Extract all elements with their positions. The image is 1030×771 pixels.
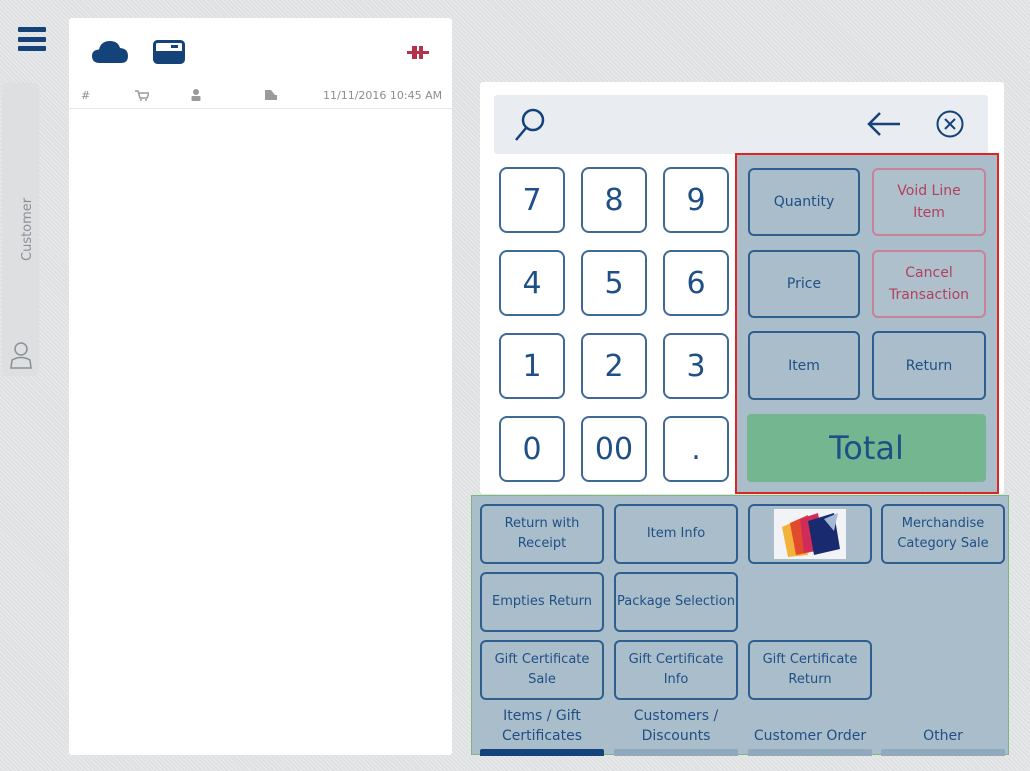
merchandise-category-sale-button[interactable]: Merchandise Category Sale	[881, 504, 1005, 564]
tab-label: Customers / Discounts	[633, 708, 719, 744]
tab-indicator	[748, 749, 872, 756]
key-decimal[interactable]: .	[663, 416, 729, 482]
action-button-grid: Return with Receipt Item Info Merchandis…	[471, 495, 1009, 756]
tab-customers-discounts[interactable]: Customers / Discounts	[614, 708, 738, 756]
gift-certificate-sale-button[interactable]: Gift Certificate Sale	[480, 640, 604, 700]
cloud-icon[interactable]	[91, 40, 129, 68]
key-4[interactable]: 4	[499, 250, 565, 316]
back-arrow-icon[interactable]	[866, 111, 902, 141]
transaction-datetime: 11/11/2016 10:45 AM	[323, 89, 443, 102]
menu-icon[interactable]	[18, 27, 46, 51]
gift-certificate-return-button[interactable]: Gift Certificate Return	[748, 640, 872, 700]
tab-other[interactable]: Other	[881, 710, 1005, 756]
receipt-icon	[264, 89, 278, 104]
column-number: #	[81, 89, 91, 102]
key-1[interactable]: 1	[499, 333, 565, 399]
key-00[interactable]: 00	[581, 416, 647, 482]
quantity-button[interactable]: Quantity	[748, 168, 860, 236]
clear-icon[interactable]	[935, 109, 965, 143]
gift-certificate-info-button[interactable]: Gift Certificate Info	[614, 640, 738, 700]
key-5[interactable]: 5	[581, 250, 647, 316]
plug-disconnected-icon[interactable]	[407, 44, 429, 64]
tab-items-gift-certificates[interactable]: Items / Gift Certificates	[480, 708, 604, 756]
key-0[interactable]: 0	[499, 416, 565, 482]
total-button[interactable]: Total	[747, 414, 986, 482]
search-bar[interactable]	[494, 95, 988, 154]
customer-tab-label: Customer	[20, 197, 35, 261]
status-toolbar	[69, 18, 452, 80]
user-icon	[9, 341, 33, 373]
item-info-button[interactable]: Item Info	[614, 504, 738, 564]
package-selection-button[interactable]: Package Selection	[614, 572, 738, 632]
empties-return-button[interactable]: Empties Return	[480, 572, 604, 632]
person-icon	[191, 89, 201, 104]
key-7[interactable]: 7	[499, 167, 565, 233]
cancel-transaction-button[interactable]: Cancel Transaction	[872, 250, 986, 318]
colored-bags-image	[774, 509, 846, 559]
transaction-panel: # 11/11/2016 10:45 AM	[69, 18, 452, 755]
key-2[interactable]: 2	[581, 333, 647, 399]
key-9[interactable]: 9	[663, 167, 729, 233]
card-reader-icon[interactable]	[153, 40, 185, 68]
key-6[interactable]: 6	[663, 250, 729, 316]
tab-indicator	[881, 749, 1005, 756]
price-button[interactable]: Price	[748, 250, 860, 318]
category-image-button[interactable]	[748, 504, 872, 564]
return-button[interactable]: Return	[872, 331, 986, 400]
search-icon[interactable]	[514, 108, 546, 146]
key-3[interactable]: 3	[663, 333, 729, 399]
customer-tab[interactable]: Customer	[2, 83, 39, 376]
tab-indicator	[614, 749, 738, 756]
return-with-receipt-button[interactable]: Return with Receipt	[480, 504, 604, 564]
tab-label: Items / Gift Certificates	[501, 708, 582, 744]
transaction-column-header: # 11/11/2016 10:45 AM	[69, 86, 452, 109]
tab-label: Other	[923, 728, 963, 744]
tab-customer-order[interactable]: Customer Order	[748, 710, 872, 756]
item-button[interactable]: Item	[748, 331, 860, 400]
tab-label: Customer Order	[753, 728, 867, 744]
void-line-item-button[interactable]: Void Line Item	[872, 168, 986, 236]
key-8[interactable]: 8	[581, 167, 647, 233]
cart-icon	[135, 90, 151, 104]
tab-indicator	[480, 749, 604, 756]
